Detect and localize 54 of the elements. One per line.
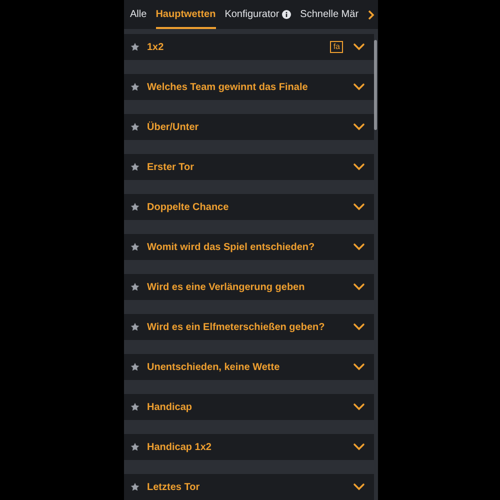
market-title: Wird es ein Elfmeterschießen geben? [147, 320, 326, 334]
market-row[interactable]: Doppelte Chance [124, 194, 374, 220]
chevron-down-icon[interactable] [353, 443, 365, 451]
chevron-down-icon[interactable] [353, 323, 365, 331]
market-row[interactable]: Letztes Tor [124, 474, 374, 500]
market-title: Letztes Tor [147, 480, 201, 494]
market-row[interactable]: Welches Team gewinnt das Finale [124, 74, 374, 100]
market-row[interactable]: Wird es eine Verlängerung geben [124, 274, 374, 300]
chevron-down-icon[interactable] [353, 43, 365, 51]
market-title: 1x2 [147, 40, 165, 54]
chevron-down-icon[interactable] [353, 403, 365, 411]
tab[interactable]: Schnelle Mär [300, 5, 359, 29]
market-row[interactable]: Unentschieden, keine Wette [124, 354, 374, 380]
chevron-down-icon[interactable] [353, 163, 365, 171]
star-icon[interactable] [130, 122, 140, 132]
market-title: Handicap 1x2 [147, 440, 212, 454]
chevron-down-icon[interactable] [353, 83, 365, 91]
star-icon[interactable] [130, 442, 140, 452]
star-icon[interactable] [130, 242, 140, 252]
market-row[interactable]: Über/Unter [124, 114, 374, 140]
chevron-right-icon[interactable] [367, 10, 375, 20]
market-title: Handicap [147, 400, 194, 414]
tab[interactable]: Alle [130, 5, 147, 29]
star-icon[interactable] [130, 402, 140, 412]
tab[interactable]: Konfigurator [224, 5, 292, 29]
star-icon[interactable] [130, 482, 140, 492]
star-icon[interactable] [130, 162, 140, 172]
market-badge: fa [330, 41, 343, 53]
chevron-down-icon[interactable] [353, 283, 365, 291]
market-row[interactable]: Womit wird das Spiel entschieden? [124, 234, 374, 260]
market-title: Womit wird das Spiel entschieden? [147, 240, 316, 254]
star-icon[interactable] [130, 362, 140, 372]
chevron-down-icon[interactable] [353, 203, 365, 211]
market-title: Erster Tor [147, 160, 196, 174]
tab[interactable]: Hauptwetten [156, 5, 216, 29]
market-title: Über/Unter [147, 120, 200, 134]
chevron-down-icon[interactable] [353, 243, 365, 251]
market-row[interactable]: Wird es ein Elfmeterschießen geben? [124, 314, 374, 340]
chevron-down-icon[interactable] [353, 363, 365, 371]
market-title: Wird es eine Verlängerung geben [147, 280, 306, 294]
market-row[interactable]: Handicap 1x2 [124, 434, 374, 460]
market-row[interactable]: 1x2 fa [124, 34, 374, 60]
market-row[interactable]: Handicap [124, 394, 374, 420]
market-title: Doppelte Chance [147, 200, 230, 214]
star-icon[interactable] [130, 282, 140, 292]
star-icon[interactable] [130, 322, 140, 332]
chevron-down-icon[interactable] [353, 483, 365, 491]
chevron-down-icon[interactable] [353, 123, 365, 131]
star-icon[interactable] [130, 42, 140, 52]
market-row[interactable]: Erster Tor [124, 154, 374, 180]
market-title: Welches Team gewinnt das Finale [147, 80, 309, 94]
star-icon[interactable] [130, 202, 140, 212]
market-title: Unentschieden, keine Wette [147, 360, 281, 374]
star-icon[interactable] [130, 82, 140, 92]
